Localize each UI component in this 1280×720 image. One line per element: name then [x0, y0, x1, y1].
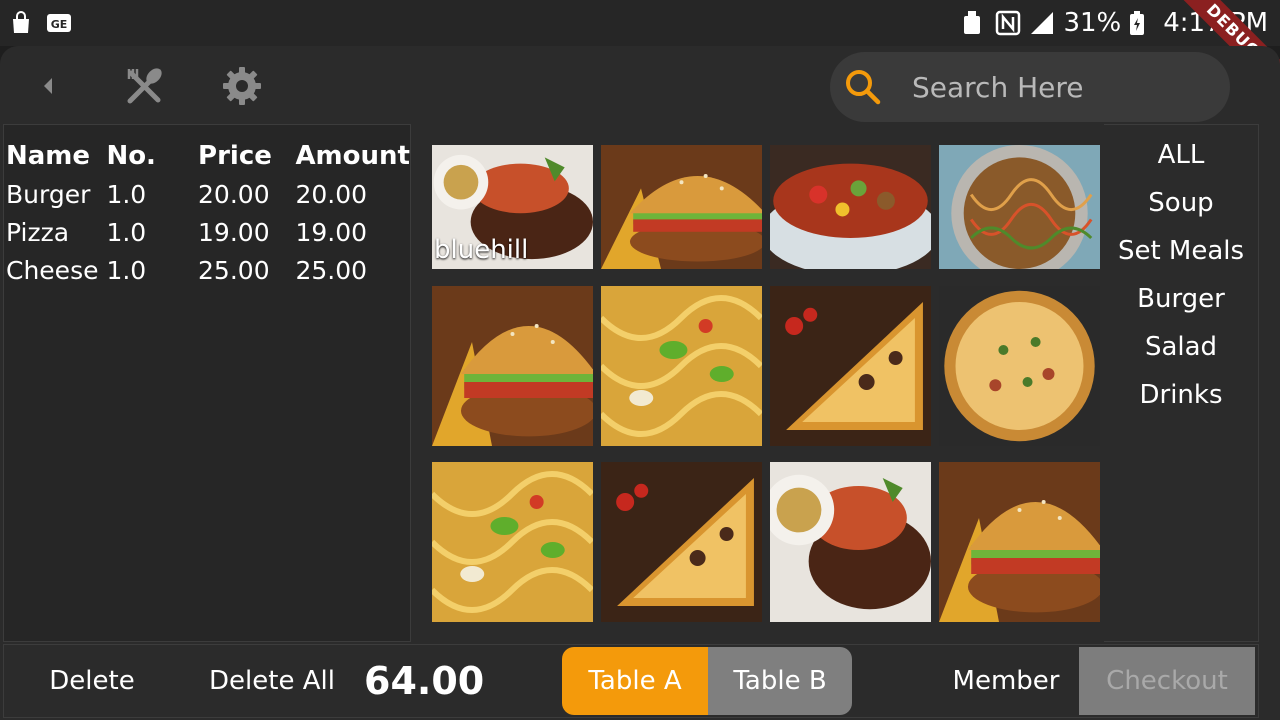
search-input[interactable] [910, 69, 1214, 105]
gear-icon [221, 65, 263, 111]
menu-button[interactable] [120, 64, 168, 112]
product-image [770, 145, 931, 269]
ge-icon: GE [46, 10, 72, 36]
product-image [601, 286, 762, 446]
product-tile[interactable] [939, 462, 1100, 622]
product-tile[interactable] [601, 462, 762, 622]
product-image [432, 462, 593, 622]
product-image [601, 462, 762, 622]
table-b-toggle[interactable]: Table B [708, 647, 852, 715]
item-price: 25.00 [198, 255, 270, 285]
order-row[interactable]: Burger 1.0 20.00 20.00 [4, 175, 410, 213]
item-name: Cheese [6, 255, 99, 285]
product-image [939, 286, 1100, 446]
status-left-icons: GE [8, 10, 72, 36]
category-soup[interactable]: Soup [1104, 173, 1258, 221]
shopping-bag-icon [8, 10, 34, 36]
product-grid: bluehill [432, 145, 1100, 623]
product-label: bluehill [434, 235, 529, 265]
back-icon [38, 74, 58, 102]
search-icon[interactable] [838, 62, 888, 112]
product-tile[interactable]: bluehill [432, 145, 593, 269]
item-amount: 20.00 [295, 179, 368, 209]
order-total: 64.00 [364, 659, 485, 703]
product-image [432, 286, 593, 446]
svg-text:GE: GE [51, 18, 68, 31]
battery-charging-icon [1129, 10, 1155, 36]
toolbar [0, 46, 1280, 124]
product-tile[interactable] [432, 286, 593, 446]
item-qty: 1.0 [106, 217, 147, 247]
col-qty: No. [106, 141, 156, 171]
product-image [770, 286, 931, 446]
col-price: Price [198, 141, 272, 171]
delete-all-button[interactable]: Delete All [202, 645, 342, 717]
product-tile[interactable] [939, 286, 1100, 446]
category-drinks[interactable]: Drinks [1104, 365, 1258, 413]
category-list: ALL Soup Set Meals Burger Salad Drinks [1104, 124, 1259, 642]
category-set-meals[interactable]: Set Meals [1104, 221, 1258, 269]
search-bar[interactable] [830, 52, 1230, 122]
bottom-bar: Delete Delete All 64.00 Table A Table B … [3, 644, 1259, 718]
item-name: Burger [6, 179, 91, 209]
item-amount: 19.00 [295, 217, 368, 247]
product-tile[interactable] [601, 286, 762, 446]
item-name: Pizza [6, 217, 70, 247]
col-name: Name [6, 141, 91, 171]
order-row[interactable]: Cheese 1.0 25.00 25.00 [4, 251, 410, 289]
product-image [601, 145, 762, 269]
product-image [939, 145, 1100, 269]
product-tile[interactable] [770, 145, 931, 269]
order-row[interactable]: Pizza 1.0 19.00 19.00 [4, 213, 410, 251]
pos-app: Name No. Price Amount Burger 1.0 20.00 2… [0, 46, 1280, 720]
product-image [770, 462, 931, 622]
order-panel: Name No. Price Amount Burger 1.0 20.00 2… [3, 124, 411, 642]
item-qty: 1.0 [106, 255, 147, 285]
item-price: 19.00 [198, 217, 270, 247]
order-header-row: Name No. Price Amount [4, 137, 410, 175]
nfc-icon [995, 10, 1021, 36]
product-tile[interactable] [432, 462, 593, 622]
utensils-icon [123, 65, 165, 111]
product-tile[interactable] [939, 145, 1100, 269]
usb-icon [961, 10, 987, 36]
product-tile[interactable] [770, 462, 931, 622]
checkout-button[interactable]: Checkout [1079, 647, 1255, 715]
item-price: 20.00 [198, 179, 270, 209]
product-tile[interactable] [770, 286, 931, 446]
category-all[interactable]: ALL [1104, 125, 1258, 173]
back-button[interactable] [24, 64, 72, 112]
col-amount: Amount [295, 141, 410, 171]
signal-icon [1029, 10, 1055, 36]
status-bar: GE 31% 4:17 PM DEBUG [0, 0, 1280, 101]
category-salad[interactable]: Salad [1104, 317, 1258, 365]
settings-button[interactable] [218, 64, 266, 112]
category-burger[interactable]: Burger [1104, 269, 1258, 317]
delete-button[interactable]: Delete [24, 645, 160, 717]
table-a-toggle[interactable]: Table A [562, 647, 708, 715]
product-tile[interactable] [601, 145, 762, 269]
item-qty: 1.0 [106, 179, 147, 209]
order-table: Name No. Price Amount Burger 1.0 20.00 2… [4, 137, 410, 289]
member-button[interactable]: Member [939, 645, 1073, 717]
item-amount: 25.00 [295, 255, 368, 285]
product-image [939, 462, 1100, 622]
battery-percent: 31% [1063, 8, 1122, 38]
